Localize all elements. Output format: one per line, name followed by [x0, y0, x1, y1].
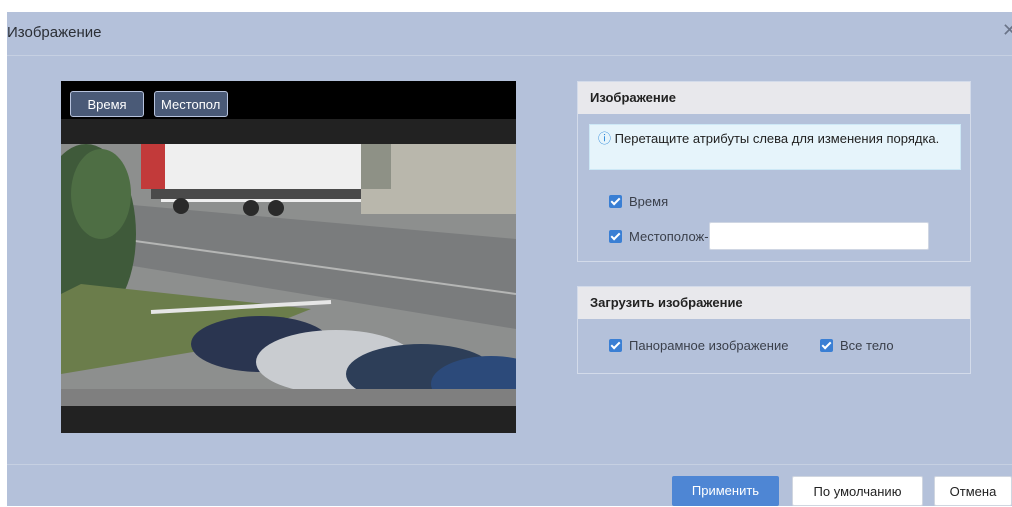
- camera-preview: Время Местопол: [61, 81, 516, 433]
- time-checkbox-label: Время: [629, 194, 669, 209]
- default-button[interactable]: По умолчанию: [792, 476, 923, 506]
- panoramic-checkbox-row[interactable]: Панорамное изображение: [609, 338, 788, 353]
- osd-bar: Время Местопол: [61, 81, 516, 119]
- full-body-checkbox[interactable]: [820, 339, 833, 352]
- upload-panel-heading: Загрузить изображение: [578, 287, 970, 319]
- image-settings-dialog: Изображение ✕ Время Местопол Изображение…: [7, 12, 1012, 506]
- footer-divider: [7, 464, 1012, 465]
- panoramic-checkbox-label: Панорамное изображение: [629, 338, 789, 353]
- apply-button[interactable]: Применить: [672, 476, 779, 506]
- full-body-checkbox-row[interactable]: Все тело: [820, 338, 894, 353]
- dialog-title: Изображение: [7, 24, 102, 41]
- image-panel-heading: Изображение: [578, 82, 970, 114]
- osd-time-tag[interactable]: Время: [70, 91, 144, 117]
- full-body-checkbox-label: Все тело: [840, 338, 894, 353]
- drag-tip: ⓘ Перетащите атрибуты слева для изменени…: [589, 124, 961, 170]
- upload-image-panel: Загрузить изображение Панорамное изображ…: [577, 286, 971, 374]
- page: Изображение ✕ Время Местопол Изображение…: [0, 0, 1012, 506]
- close-icon[interactable]: ✕: [1002, 20, 1012, 41]
- osd-location-tag[interactable]: Местопол: [154, 91, 228, 117]
- panoramic-checkbox[interactable]: [609, 339, 622, 352]
- location-checkbox[interactable]: [609, 229, 622, 243]
- dialog-header: Изображение ✕: [7, 12, 1012, 56]
- location-checkbox-row[interactable]: Местополож-: [609, 222, 929, 250]
- info-icon: ⓘ: [598, 131, 612, 146]
- time-checkbox-row[interactable]: Время: [609, 194, 668, 209]
- location-input[interactable]: [708, 222, 929, 250]
- image-attributes-panel: Изображение ⓘ Перетащите атрибуты слева …: [577, 81, 971, 262]
- time-checkbox[interactable]: [609, 195, 622, 208]
- camera-scene-image: [61, 144, 516, 406]
- location-checkbox-label: Местополож-: [629, 228, 709, 244]
- drag-tip-text: Перетащите атрибуты слева для изменения …: [614, 131, 940, 146]
- cancel-button[interactable]: Отмена: [934, 476, 1012, 506]
